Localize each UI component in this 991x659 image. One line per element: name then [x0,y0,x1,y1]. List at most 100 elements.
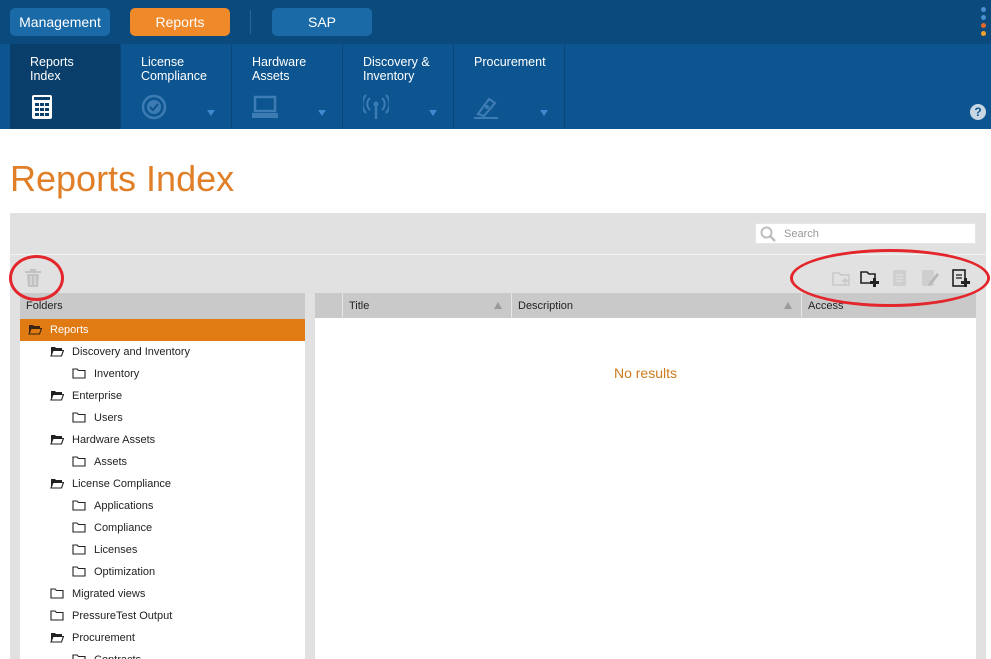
folder-label: Enterprise [72,390,123,402]
report-icon[interactable] [890,268,910,288]
top-bar: Management Reports SAP [0,0,991,44]
delete-folder-trash-icon[interactable] [24,268,42,288]
column-title[interactable]: Title [342,293,511,318]
nav-item-label: Reports Index [30,55,74,83]
page-title: Reports Index [10,158,235,199]
chevron-down-icon[interactable] [207,110,215,116]
check-badge-icon [141,94,167,120]
search-input[interactable]: Search [755,223,976,244]
move-folder-icon[interactable] [832,268,852,288]
folder-icon [50,588,64,599]
search-icon [760,226,776,242]
reports-table: Title Description Access No results [315,293,976,659]
folder-icon [72,368,86,379]
nav-item-procurement[interactable]: Procurement [454,44,565,129]
nav-item-label: Hardware Assets [252,55,307,83]
nav-item-hardware-assets[interactable]: Hardware Assets [232,44,343,129]
folder-icon [72,654,86,659]
folder-label: Procurement [72,632,135,644]
folder-label: PressureTest Output [72,610,173,622]
folder-row[interactable]: Applications [20,495,305,517]
management-button[interactable]: Management [10,8,110,36]
folder-label: Migrated views [72,588,146,600]
menu-dot [981,15,986,20]
folder-row[interactable]: Hardware Assets [20,429,305,451]
folder-label: Assets [94,456,128,468]
add-report-icon[interactable] [951,268,971,288]
folder-icon [72,456,86,467]
folder-row[interactable]: Users [20,407,305,429]
add-folder-icon[interactable] [860,268,880,288]
menu-dot [981,23,986,28]
folder-row[interactable]: Procurement [20,627,305,649]
help-icon[interactable]: ? [970,104,986,120]
chevron-down-icon[interactable] [318,110,326,116]
folder-list: Reports Discovery and Inventory Inventory E… [20,319,305,659]
folder-row[interactable]: Migrated views [20,583,305,605]
module-nav: Reports Index License Compliance Hardware A… [0,44,991,129]
folder-label: Hardware Assets [72,434,156,446]
search-placeholder: Search [784,228,819,240]
folder-label: Licenses [94,544,138,556]
folders-header: Folders [20,293,305,319]
column-access[interactable]: Access [801,293,976,318]
folder-row[interactable]: Contracts [20,649,305,659]
folder-label: Discovery and Inventory [72,346,190,358]
folder-open-icon [50,347,64,357]
folder-label: Reports [50,324,89,336]
folder-icon [50,610,64,621]
folder-icon [72,544,86,555]
folder-icon [72,500,86,511]
folder-row[interactable]: Compliance [20,517,305,539]
folder-row[interactable]: PressureTest Output [20,605,305,627]
chevron-down-icon[interactable] [540,110,548,116]
folder-open-icon [28,325,42,335]
folder-open-icon [50,391,64,401]
folder-open-icon [50,633,64,643]
nav-item-reports-index[interactable]: Reports Index [10,44,121,129]
folder-row[interactable]: Assets [20,451,305,473]
menu-dot [981,31,986,36]
menu-dot [981,7,986,12]
sort-asc-icon[interactable] [494,302,502,309]
nav-item-label: License Compliance [141,55,208,83]
folder-label: Users [94,412,123,424]
folder-row[interactable]: Reports [20,319,305,341]
folder-open-icon [50,435,64,445]
nav-item-license-compliance[interactable]: License Compliance [121,44,232,129]
folder-label: Inventory [94,368,140,380]
folder-row[interactable]: License Compliance [20,473,305,495]
folder-open-icon [50,479,64,489]
nav-item-label: Discovery & Inventory [363,55,430,83]
folder-row[interactable]: Optimization [20,561,305,583]
folder-label: License Compliance [72,478,172,490]
folder-row[interactable]: Discovery and Inventory [20,341,305,363]
folder-label: Optimization [94,566,156,578]
top-bar-divider [250,10,251,34]
pen-icon [474,97,498,119]
folder-icon [72,522,86,533]
folder-row[interactable]: Licenses [20,539,305,561]
laptop-icon [252,95,278,118]
column-description[interactable]: Description [511,293,801,318]
folder-icon [72,566,86,577]
nav-item-discovery-inventory[interactable]: Discovery & Inventory [343,44,454,129]
edit-report-icon[interactable] [920,268,940,288]
select-column [315,293,342,318]
folder-row[interactable]: Enterprise [20,385,305,407]
table-header: Title Description Access [315,293,976,318]
app-menu-dots-icon[interactable] [981,7,987,39]
report-doc-icon [32,95,52,119]
folder-icon [72,412,86,423]
folder-label: Applications [94,500,154,512]
chevron-down-icon[interactable] [429,110,437,116]
folder-label: Compliance [94,522,153,534]
folders-tree: Folders Reports Discovery and Inventory In… [20,293,305,659]
reports-button[interactable]: Reports [130,8,230,36]
folder-row[interactable]: Inventory [20,363,305,385]
sort-asc-icon[interactable] [784,302,792,309]
sap-button[interactable]: SAP [272,8,372,36]
empty-state: No results [613,365,678,381]
nav-item-label: Procurement [474,55,546,69]
divider [10,254,986,255]
